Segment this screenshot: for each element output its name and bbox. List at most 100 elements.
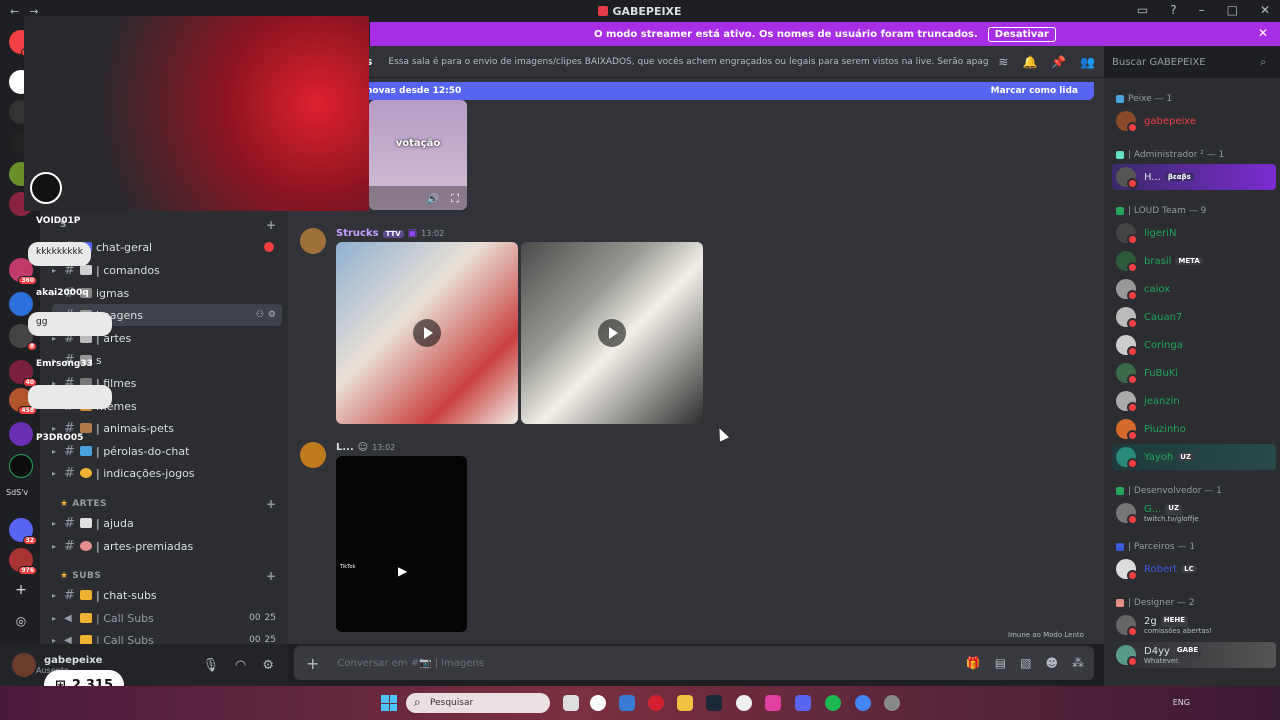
taskbar-app-icon[interactable] (736, 695, 752, 711)
channel-item[interactable]: ▸ # | artes-premiadas (52, 535, 282, 557)
back-arrow-icon[interactable]: ← (10, 5, 19, 18)
folder-icon[interactable] (677, 695, 693, 711)
channel-item[interactable]: ▸ # | animais-pets (52, 417, 282, 439)
channel-settings-icon[interactable]: ⚙ (268, 310, 276, 320)
member-item[interactable]: ligeriN (1112, 220, 1276, 246)
create-channel-icon[interactable]: + (266, 497, 277, 511)
member-item[interactable]: G... UZ twitch.tv/gloffje (1112, 500, 1276, 526)
member-item[interactable]: 2g HEHE comissões abertas! (1112, 612, 1276, 638)
play-icon[interactable] (413, 319, 441, 347)
settings-gear-icon[interactable]: ⚙ (262, 658, 274, 673)
member-name: caiox (1144, 283, 1171, 295)
close-icon[interactable]: ✕ (1258, 26, 1268, 40)
help-icon[interactable]: ? (1170, 3, 1176, 17)
server-icon[interactable] (9, 422, 33, 446)
channel-topic[interactable]: Essa sala é para o envio de imagens/clip… (388, 57, 988, 67)
volume-icon[interactable]: 🔊 (427, 194, 439, 205)
message-avatar[interactable] (300, 442, 326, 468)
video-attachment[interactable]: TikTok ▶ (336, 456, 467, 632)
member-item[interactable]: Robert LC (1112, 556, 1276, 582)
member-item[interactable]: caiox (1112, 276, 1276, 302)
video-attachment[interactable]: votação 🔊 ⛶ (369, 100, 467, 210)
search-input[interactable]: Buscar GABEPEIXE ⌕ (1104, 52, 1274, 72)
channel-item[interactable]: ▸ # | indicações-jogos (52, 462, 282, 484)
voice-channel-item[interactable]: ▸ ◀ | Call Subs 00 25 (52, 607, 282, 629)
member-name: FuBuKi (1144, 367, 1179, 379)
member-list-icon[interactable]: 👥 (1080, 55, 1095, 69)
composer-placeholder[interactable]: Conversar em #📷 | imagens (337, 658, 484, 669)
streamer-mode-banner: O modo streamer está ativo. Os nomes de … (370, 22, 1280, 46)
member-item[interactable]: FuBuKi (1112, 360, 1276, 386)
add-server-icon[interactable]: + (9, 582, 33, 606)
server-label[interactable]: SdS'v (6, 488, 36, 512)
channel-item[interactable]: ▸ # | chat-subs (52, 584, 282, 606)
member-name: H... (1144, 171, 1161, 183)
server-icon[interactable] (9, 292, 33, 316)
video-attachment[interactable] (521, 242, 703, 424)
member-item[interactable]: H... βεαβs (1112, 164, 1276, 190)
create-channel-icon[interactable]: + (266, 218, 277, 232)
obs-icon[interactable] (884, 695, 900, 711)
play-icon[interactable] (598, 319, 626, 347)
maximize-icon[interactable]: □ (1227, 3, 1238, 17)
microphone-icon[interactable]: 🎙 (202, 658, 219, 673)
close-window-icon[interactable]: ✕ (1260, 3, 1270, 17)
member-item[interactable]: Yayoh UZ (1112, 444, 1276, 470)
channel-item[interactable]: ▸ # | ajuda (52, 512, 282, 534)
sticker-icon[interactable]: ▧ (1020, 656, 1031, 670)
category-subs[interactable]: ★ SUBS + (60, 569, 276, 583)
member-item[interactable]: Coringa (1112, 332, 1276, 358)
headphones-icon[interactable]: ◠ (235, 658, 246, 673)
member-item[interactable]: brasil META (1112, 248, 1276, 274)
create-channel-icon[interactable]: + (266, 569, 277, 583)
inbox-icon[interactable]: ▭ (1137, 3, 1148, 17)
taskbar-app-icon[interactable] (619, 695, 635, 711)
avatar[interactable] (12, 653, 36, 677)
member-item[interactable]: Piuzinho (1112, 416, 1276, 442)
emoji-icon[interactable]: ☻ (1045, 656, 1058, 670)
new-messages-bar[interactable]: novas desde 12:50 Marcar como lida (358, 82, 1094, 100)
category-artes[interactable]: ★ ARTES + (60, 497, 276, 511)
loud-server-icon[interactable] (9, 454, 33, 478)
fullscreen-icon[interactable]: ⛶ (451, 192, 459, 206)
server-icon[interactable]: 32 (9, 518, 37, 545)
apps-icon[interactable]: ⁂ (1072, 656, 1084, 670)
taskbar-app-icon[interactable] (563, 695, 579, 711)
member-item[interactable]: jeanzin (1112, 388, 1276, 414)
member-item[interactable]: Cauan7 (1112, 304, 1276, 330)
channel-item[interactable]: ▸ # | pérolas-do-chat (52, 440, 282, 462)
steam-icon[interactable] (706, 695, 722, 711)
message-author[interactable]: Strucks (336, 228, 379, 239)
gif-icon[interactable]: ▤ (995, 656, 1006, 670)
invite-icon[interactable]: ⚇ (256, 310, 264, 320)
discover-icon[interactable]: ◎ (9, 614, 33, 638)
video-attachment[interactable] (336, 242, 518, 424)
server-icon[interactable]: 40 (9, 360, 37, 387)
discord-icon[interactable] (795, 695, 811, 711)
gift-icon[interactable]: 🎁 (966, 656, 981, 670)
opera-icon[interactable] (648, 695, 664, 711)
server-icon[interactable]: 976 (9, 548, 37, 575)
input-language[interactable]: ENG (1173, 698, 1190, 707)
message-avatar[interactable] (300, 228, 326, 254)
notification-bell-icon[interactable]: 🔔 (1022, 55, 1037, 69)
taskbar-app-icon[interactable] (590, 695, 606, 711)
start-icon[interactable] (381, 695, 397, 711)
spotify-icon[interactable] (825, 695, 841, 711)
message-author[interactable]: L... (336, 442, 354, 453)
disable-streamer-mode-button[interactable]: Desativar (987, 26, 1056, 42)
play-icon[interactable]: ▶ (398, 564, 407, 578)
minimize-icon[interactable]: – (1199, 3, 1205, 17)
message-composer[interactable]: + Conversar em #📷 | imagens 🎁 ▤ ▧ ☻ ⁂ (294, 646, 1094, 680)
chrome-icon[interactable] (855, 695, 871, 711)
member-item[interactable]: D4yy GABE Whatever. (1112, 642, 1276, 668)
taskbar-app-icon[interactable] (765, 695, 781, 711)
hash-icon: # (64, 587, 75, 603)
member-tag: GABE (1173, 645, 1202, 657)
pin-icon[interactable]: 📌 (1051, 55, 1066, 69)
member-item[interactable]: gabepeixe (1112, 108, 1276, 134)
threads-icon[interactable]: ≋ (998, 55, 1008, 69)
add-attachment-icon[interactable]: + (306, 654, 319, 673)
taskbar-search[interactable]: Pesquisar (406, 693, 550, 713)
mark-as-read-button[interactable]: Marcar como lida (991, 86, 1078, 96)
